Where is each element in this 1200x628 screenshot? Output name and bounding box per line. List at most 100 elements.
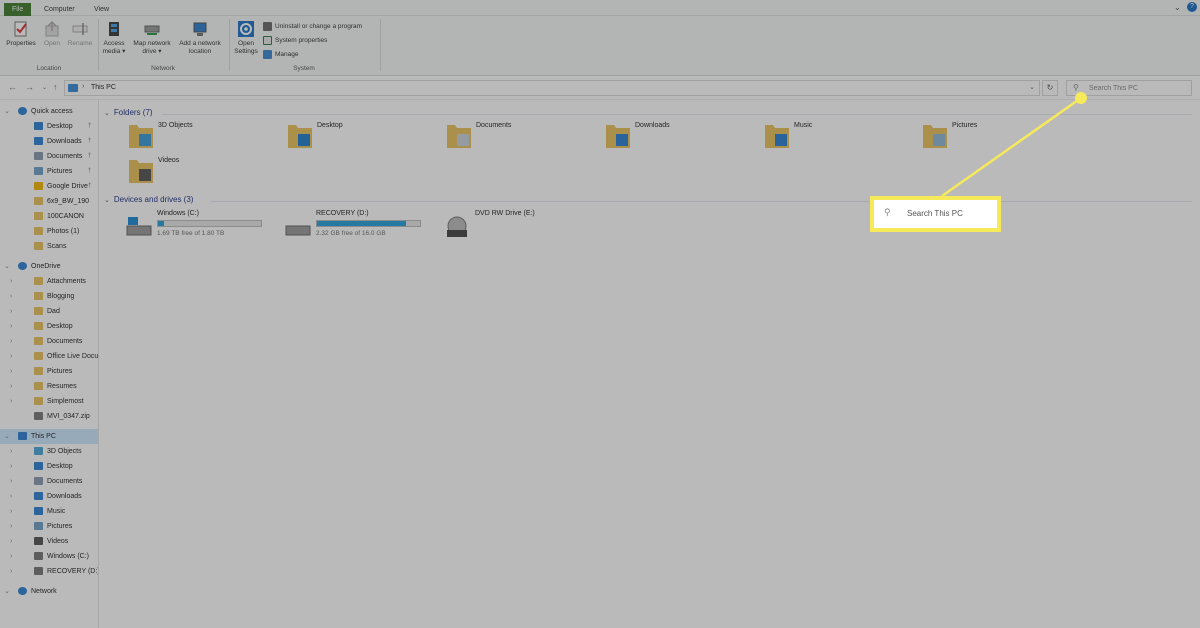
chevron-right-icon[interactable]: › — [10, 474, 12, 489]
forward-arrow-icon[interactable]: → — [25, 82, 34, 92]
sidebar-item[interactable]: 100CANON — [0, 209, 98, 224]
sidebar-item[interactable]: › Blogging — [0, 289, 98, 304]
access-media-button[interactable]: Access media ▾ — [100, 20, 128, 55]
sidebar-item-label: Music — [47, 508, 66, 515]
chevron-right-icon[interactable]: › — [10, 379, 12, 394]
manage-button[interactable]: Manage — [263, 50, 299, 59]
sidebar-item[interactable]: › Desktop — [0, 459, 98, 474]
sidebar-item[interactable]: ⌄ This PC — [0, 429, 98, 444]
drive-tile[interactable]: RECOVERY (D:) 2.32 GB free of 16.0 GB — [284, 210, 434, 246]
sidebar-item[interactable]: Scans — [0, 239, 98, 254]
chevron-right-icon[interactable]: › — [10, 334, 12, 349]
search-box[interactable]: ⚲ — [1066, 80, 1192, 96]
chevron-right-icon[interactable]: › — [10, 319, 12, 334]
chevron-right-icon[interactable]: › — [10, 519, 12, 534]
sidebar-item[interactable]: › Resumes — [0, 379, 98, 394]
chevron-right-icon[interactable]: › — [10, 349, 12, 364]
folder-tile[interactable]: 3D Objects — [128, 120, 278, 154]
drive-tile[interactable]: DVD RW Drive (E:) — [443, 210, 593, 246]
chevron-right-icon[interactable]: › — [10, 534, 12, 549]
sidebar-item[interactable]: › 3D Objects — [0, 444, 98, 459]
sidebar-item[interactable]: › Pictures — [0, 364, 98, 379]
drive-tile[interactable]: Windows (C:) 1.69 TB free of 1.80 TB — [125, 210, 275, 246]
chevron-right-icon[interactable]: › — [10, 274, 12, 289]
chevron-right-icon[interactable]: › — [10, 394, 12, 409]
sidebar-item[interactable]: › Simplemost — [0, 394, 98, 409]
properties-button[interactable]: Properties — [4, 20, 38, 48]
file-explorer-window: File Computer View ⌄ ? Properties Open R… — [0, 0, 1200, 628]
callout-search-text: Search This PC — [907, 209, 963, 218]
rename-button[interactable]: Rename — [66, 20, 94, 48]
up-arrow-icon[interactable]: ↑ — [53, 82, 58, 92]
open-settings-button[interactable]: Open Settings — [232, 20, 260, 55]
recent-locations-icon[interactable]: ⌄ — [42, 84, 47, 91]
chevron-right-icon[interactable]: › — [10, 289, 12, 304]
computer-management-icon — [263, 50, 272, 59]
sidebar-item[interactable]: Pictures † — [0, 164, 98, 179]
chevron-right-icon[interactable]: › — [10, 549, 12, 564]
folder-tile[interactable]: Music — [764, 120, 914, 154]
chevron-right-icon[interactable]: › — [10, 444, 12, 459]
sidebar-item[interactable]: › Desktop — [0, 319, 98, 334]
sidebar-item[interactable]: › Windows (C:) — [0, 549, 98, 564]
breadcrumb-this-pc[interactable]: This PC — [91, 84, 116, 91]
breadcrumb-separator-icon[interactable]: › — [82, 83, 84, 90]
properties-label: Properties — [6, 40, 36, 47]
system-properties-button[interactable]: System properties — [263, 36, 327, 45]
folder-tile[interactable]: Desktop — [287, 120, 437, 154]
chevron-right-icon[interactable]: › — [10, 364, 12, 379]
add-network-location-button[interactable]: Add a network location — [176, 20, 224, 55]
sidebar-item[interactable]: › Documents — [0, 334, 98, 349]
chevron-down-icon[interactable]: ⌄ — [104, 110, 110, 117]
chevron-right-icon[interactable]: › — [10, 489, 12, 504]
tab-view[interactable]: View — [86, 3, 117, 16]
chevron-down-icon[interactable]: ⌄ — [104, 197, 110, 204]
folder-tile[interactable]: Videos — [128, 155, 278, 189]
open-button[interactable]: Open — [40, 20, 64, 48]
sidebar-item[interactable]: › Pictures — [0, 519, 98, 534]
chevron-right-icon[interactable]: › — [10, 504, 12, 519]
chevron-down-icon[interactable]: ⌄ — [4, 104, 10, 119]
chevron-down-icon[interactable]: ⌄ — [4, 584, 10, 599]
sidebar-item[interactable]: › Downloads — [0, 489, 98, 504]
map-network-drive-button[interactable]: Map network drive ▾ — [129, 20, 175, 55]
chevron-down-icon[interactable]: ⌄ — [4, 259, 10, 274]
chevron-right-icon[interactable]: › — [10, 459, 12, 474]
sidebar-item[interactable]: › Dad — [0, 304, 98, 319]
sidebar-item[interactable]: › Documents — [0, 474, 98, 489]
folder-tile[interactable]: Documents — [446, 120, 596, 154]
chevron-down-icon[interactable]: ⌄ — [4, 429, 10, 444]
chevron-right-icon[interactable]: › — [10, 564, 12, 579]
sidebar-item[interactable]: Documents † — [0, 149, 98, 164]
tab-file[interactable]: File — [4, 3, 32, 16]
sidebar-item[interactable]: Photos (1) — [0, 224, 98, 239]
sidebar-item[interactable]: ⌄ Network — [0, 584, 98, 599]
uninstall-program-button[interactable]: Uninstall or change a program — [263, 22, 362, 31]
sidebar-item[interactable]: › RECOVERY (D:) — [0, 564, 98, 579]
sidebar-item[interactable]: › Music — [0, 504, 98, 519]
folders-section-header[interactable]: ⌄ Folders (7) — [104, 108, 153, 117]
sidebar-item[interactable]: › Videos — [0, 534, 98, 549]
sidebar-item[interactable]: › Attachments — [0, 274, 98, 289]
address-bar[interactable]: › This PC ⌄ — [64, 80, 1040, 96]
sidebar-item[interactable]: Downloads † — [0, 134, 98, 149]
folder-tile[interactable]: Downloads — [605, 120, 755, 154]
sidebar-item[interactable]: Desktop † — [0, 119, 98, 134]
chevron-down-icon[interactable]: ⌄ — [1029, 83, 1035, 91]
sidebar-item[interactable]: ⌄ Quick access — [0, 104, 98, 119]
drives-section-header[interactable]: ⌄ Devices and drives (3) — [104, 195, 193, 204]
chevron-down-icon[interactable]: ⌄ — [1174, 3, 1181, 12]
help-icon[interactable]: ? — [1187, 2, 1197, 12]
sidebar-item[interactable]: MVI_0347.zip — [0, 409, 98, 424]
map-network-drive-label: Map network drive ▾ — [133, 40, 171, 55]
sidebar-item[interactable]: ⌄ OneDrive — [0, 259, 98, 274]
refresh-button[interactable]: ↻ — [1042, 80, 1058, 96]
chevron-right-icon[interactable]: › — [10, 304, 12, 319]
back-arrow-icon[interactable]: ← — [8, 82, 17, 92]
sidebar-item[interactable]: › Office Live Docume — [0, 349, 98, 364]
sidebar-item[interactable]: Google Drive † — [0, 179, 98, 194]
folder-tile[interactable]: Pictures — [922, 120, 1072, 154]
tab-computer[interactable]: Computer — [36, 3, 83, 16]
sidebar-item[interactable]: 6x9_BW_190 — [0, 194, 98, 209]
search-input[interactable] — [1089, 83, 1187, 94]
